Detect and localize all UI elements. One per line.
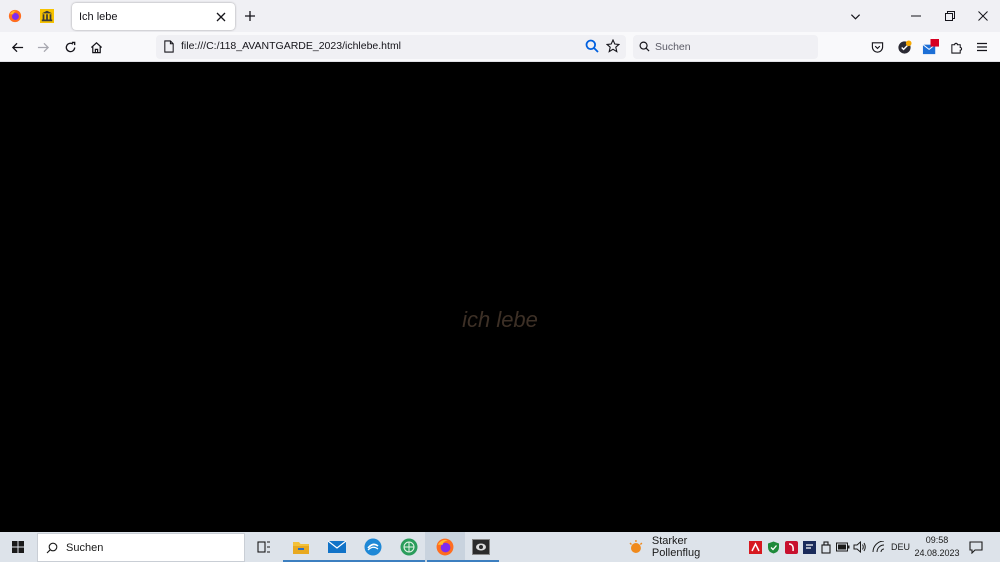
windows-taskbar: Suchen Starker Pollenflug DEU 09:58 24.0… (0, 532, 1000, 562)
mail-icon (328, 540, 346, 553)
search-icon (639, 41, 650, 52)
close-window-button[interactable] (970, 3, 996, 29)
search-bar[interactable]: Suchen (633, 35, 818, 59)
page-content: ich lebe (0, 62, 1000, 532)
plus-icon (245, 11, 255, 21)
new-tab-button[interactable] (237, 3, 263, 29)
list-all-tabs-button[interactable] (842, 3, 868, 29)
tray-app-monitor[interactable] (802, 540, 816, 554)
task-view-button[interactable] (244, 532, 284, 562)
restore-icon (945, 11, 955, 21)
search-icon (46, 542, 58, 553)
back-button[interactable] (5, 35, 29, 59)
tab-active[interactable]: Ich lebe (72, 3, 235, 30)
windows-icon (12, 541, 24, 553)
globe-icon (400, 538, 418, 556)
mail-extension-icon (922, 38, 939, 54)
firefox-icon (436, 538, 454, 556)
restore-button[interactable] (937, 3, 963, 29)
tray-security[interactable] (766, 540, 780, 554)
tray-wifi[interactable] (871, 540, 885, 554)
tray-usb[interactable] (819, 540, 833, 554)
tray-volume[interactable] (853, 540, 867, 554)
taskbar-firefox[interactable] (425, 532, 465, 562)
arrow-left-icon (11, 42, 23, 52)
weather-widget[interactable]: Starker Pollenflug (628, 532, 738, 562)
extensions-button[interactable] (944, 35, 968, 59)
hamburger-menu-icon (977, 42, 987, 52)
red-app-icon (784, 540, 798, 554)
puzzle-icon (950, 42, 962, 54)
speaker-icon (853, 541, 866, 553)
search-placeholder: Suchen (655, 41, 691, 53)
tab-strip: Ich lebe (0, 0, 1000, 32)
taskbar-search-box[interactable]: Suchen (37, 533, 245, 562)
pollen-sun-icon (629, 540, 643, 553)
search-icon (585, 39, 599, 53)
monitor-app-icon (802, 540, 816, 554)
star-icon (605, 38, 621, 53)
taskbar-file-explorer[interactable] (281, 532, 321, 562)
folder-icon (293, 542, 309, 554)
antivirus-icon (748, 540, 762, 554)
taskbar-globe-app[interactable] (389, 532, 429, 562)
clock-date: 24.08.2023 (914, 548, 960, 558)
app-menu-button[interactable] (970, 35, 994, 59)
notification-icon (969, 540, 983, 554)
sync-app-icon (364, 538, 382, 556)
url-bar[interactable]: file:///C:/118_AVANTGARDE_2023/ichlebe.h… (156, 35, 626, 59)
account-badge: X (931, 34, 936, 41)
clock[interactable]: 09:58 24.08.2023 (914, 535, 960, 558)
close-tab-button[interactable] (212, 8, 230, 26)
home-icon (90, 41, 102, 53)
firefox-icon (8, 9, 22, 23)
extension-shield-icon (897, 39, 912, 54)
pinned-tab[interactable] (34, 3, 60, 29)
tab-title: Ich lebe (79, 10, 118, 23)
reload-button[interactable] (58, 35, 82, 59)
pocket-icon (871, 41, 883, 53)
minimize-button[interactable] (903, 3, 929, 29)
museum-icon (40, 9, 54, 23)
close-icon (216, 12, 226, 21)
language-indicator[interactable]: DEU (891, 542, 910, 552)
arrow-right-icon (37, 42, 49, 52)
taskbar-media-app[interactable] (461, 532, 501, 562)
minimize-icon (911, 15, 921, 17)
taskbar-mail[interactable] (317, 532, 357, 562)
start-button[interactable] (0, 532, 36, 562)
usb-drive-icon (821, 540, 831, 554)
navigation-toolbar: file:///C:/118_AVANTGARDE_2023/ichlebe.h… (0, 32, 1000, 62)
close-icon (978, 11, 988, 21)
wifi-icon (872, 541, 884, 553)
task-view-icon (257, 541, 270, 553)
forward-button[interactable] (31, 35, 55, 59)
taskbar-search-label: Suchen (66, 541, 104, 554)
tray-antivirus[interactable] (748, 540, 762, 554)
home-button[interactable] (84, 35, 108, 59)
chevron-down-icon (850, 13, 860, 20)
media-viewer-icon (472, 539, 490, 555)
tray-app-red[interactable] (784, 540, 798, 554)
url-text[interactable]: file:///C:/118_AVANTGARDE_2023/ichlebe.h… (181, 40, 401, 52)
clock-time: 09:58 (925, 535, 949, 545)
page-heading: ich lebe (462, 307, 538, 332)
notification-center-button[interactable] (969, 540, 983, 554)
extension-button-2[interactable]: X (918, 34, 942, 59)
weather-text: Starker Pollenflug (651, 535, 701, 559)
tray-battery[interactable] (836, 540, 850, 554)
extension-button-1[interactable] (892, 35, 916, 59)
firefox-view-button[interactable] (2, 3, 28, 29)
reload-icon (65, 41, 75, 52)
shield-icon (767, 541, 779, 553)
battery-icon (836, 542, 850, 552)
search-button[interactable] (585, 39, 599, 58)
page-icon (164, 40, 174, 53)
pocket-button[interactable] (865, 35, 889, 59)
taskbar-onedrive[interactable] (353, 532, 393, 562)
bookmark-button[interactable] (605, 38, 621, 58)
